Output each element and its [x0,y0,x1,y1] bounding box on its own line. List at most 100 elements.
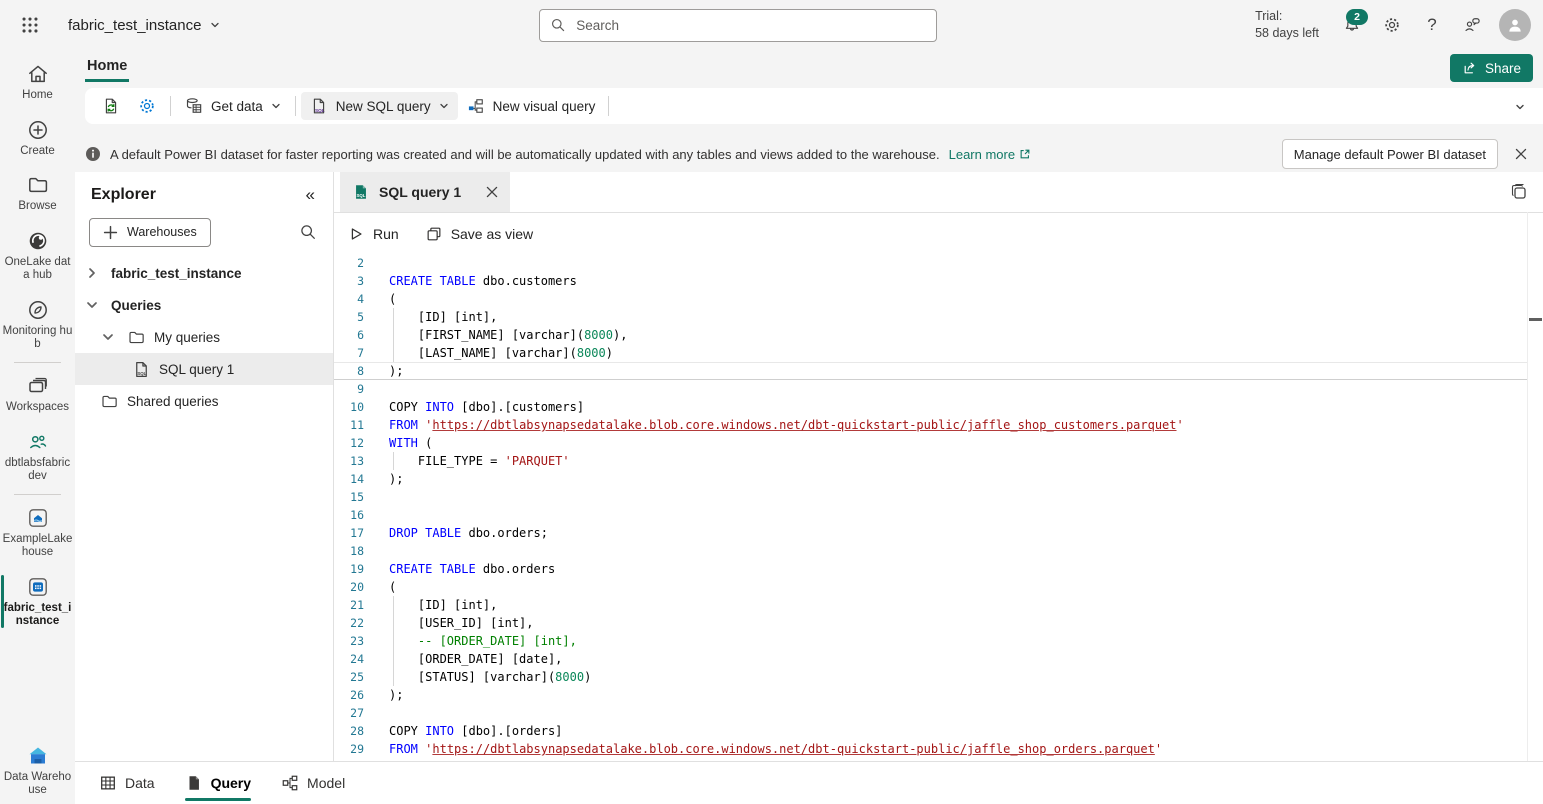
rail-item-create[interactable]: Create [0,110,75,166]
lakehouse-tile-icon [26,506,50,530]
share-button[interactable]: Share [1450,54,1533,82]
tree-item-shared-queries[interactable]: Shared queries [75,385,333,417]
code-line-26: 26); [334,686,1528,704]
tab-home[interactable]: Home [85,54,129,82]
code-line-4: 4( [334,290,1528,308]
tree-item-sql-query-1[interactable]: SQL SQL query 1 [75,353,333,385]
rail-item-fabric-test-instance[interactable]: fabric_test_instance [0,567,75,636]
explorer-actions: Warehouses [75,215,333,247]
explorer-search-button[interactable] [293,217,323,247]
new-visual-query-label: New visual query [493,99,596,114]
line-number: 4 [334,290,364,308]
copy-pages-icon[interactable] [1509,182,1529,202]
home-icon [26,62,50,86]
tree-item-label: SQL query 1 [159,362,234,377]
line-number: 15 [334,488,364,506]
rail-item-monitoring-hub[interactable]: Monitoring hub [0,290,75,359]
tab-data[interactable]: Data [99,762,155,804]
rail-item-workspaces[interactable]: Workspaces [0,366,75,422]
line-number: 28 [334,722,364,740]
get-data-button[interactable]: Get data [176,92,290,120]
run-button[interactable]: Run [347,225,399,243]
share-label: Share [1485,61,1521,76]
tree-item-label: Shared queries [127,394,219,409]
code-line-17: 17DROP TABLE dbo.orders; [334,524,1528,542]
top-center [221,9,1255,42]
explorer-panel: Explorer « Warehouses fabric_test_instan… [75,172,334,762]
tree-item-my-queries[interactable]: My queries [75,321,333,353]
question-mark-icon: ? [1427,15,1436,35]
help-button[interactable]: ? [1415,8,1449,42]
rail-item-home[interactable]: Home [0,54,75,110]
new-sql-query-button[interactable]: SQL New SQL query [301,92,458,120]
new-visual-query-button[interactable]: New visual query [458,92,604,120]
banner-close-button[interactable] [1507,140,1535,168]
line-number: 7 [334,344,364,362]
line-number: 13 [334,452,364,470]
app-launcher-button[interactable] [6,1,54,49]
code-lines[interactable]: 23CREATE TABLE dbo.customers4(5 [ID] [in… [334,254,1528,758]
chevron-down-icon[interactable] [100,329,116,345]
rail-item-examplelakehouse[interactable]: ExampleLakehouse [0,498,75,567]
main-content: Explorer « Warehouses fabric_test_instan… [75,172,1543,762]
tree-item-label: fabric_test_instance [111,266,242,281]
code-line-8: 8); [334,362,1528,380]
tab-query-label: Query [211,775,251,791]
tree-item-fabric-test-instance[interactable]: fabric_test_instance [75,257,333,289]
workspace-switcher[interactable]: fabric_test_instance [68,17,221,34]
rail-item-label: dbtlabsfabricdev [3,457,73,484]
manage-dataset-button[interactable]: Manage default Power BI dataset [1282,139,1498,169]
top-bar: fabric_test_instance Trial: 58 days left… [0,0,1543,50]
database-table-icon [184,96,204,116]
add-warehouses-button[interactable]: Warehouses [89,218,211,247]
tab-query[interactable]: Query [185,762,251,804]
settings-button[interactable] [1375,8,1409,42]
folder-icon [26,173,50,197]
sql-doc-outline-icon: SQL [132,360,151,379]
compass-icon [26,298,50,322]
tab-model[interactable]: Model [281,762,345,804]
line-number: 17 [334,524,364,542]
notifications-button[interactable]: 2 [1335,8,1369,42]
code-line-9: 9 [334,380,1528,398]
notification-badge: 2 [1346,9,1368,25]
code-line-29: 29FROM 'https://dbtlabsynapsedatalake.bl… [334,740,1528,758]
rail-item-label: Monitoring hub [3,325,73,352]
fabric-app-window: fabric_test_instance Trial: 58 days left… [0,0,1543,804]
line-number: 5 [334,308,364,326]
tab-label: SQL query 1 [379,184,461,200]
rail-item-dbtlabsfabricdev[interactable]: dbtlabsfabricdev [0,422,75,491]
learn-more-link[interactable]: Learn more [949,147,1031,162]
rail-item-label: OneLake data hub [3,256,73,283]
code-line-6: 6 [FIRST_NAME] [varchar](8000), [334,326,1528,344]
rail-item-data-warehouse[interactable]: Data Warehouse [0,736,75,804]
rail-item-browse[interactable]: Browse [0,165,75,221]
feedback-button[interactable] [1455,8,1489,42]
tree-item-queries[interactable]: Queries [75,289,333,321]
collapse-ribbon-button[interactable] [1509,96,1531,118]
code-line-28: 28COPY INTO [dbo].[orders] [334,722,1528,740]
code-line-27: 27 [334,704,1528,722]
line-number: 14 [334,470,364,488]
tab-data-label: Data [125,775,155,791]
line-number: 8 [334,362,364,380]
chevron-right-icon[interactable] [84,265,100,281]
close-tab-icon[interactable] [484,184,500,200]
toolbar-divider [295,96,296,116]
search-input[interactable] [574,17,926,34]
chevron-down-icon [1514,101,1526,113]
chevron-down-icon[interactable] [84,297,100,313]
collapse-explorer-button[interactable]: « [300,185,321,205]
workspace-name: fabric_test_instance [68,17,201,34]
dw-house-icon [26,744,50,768]
refresh-button[interactable] [93,92,129,120]
query-settings-button[interactable] [129,92,165,120]
account-avatar[interactable] [1499,9,1531,41]
tab-sql-query-1[interactable]: SQL SQL query 1 [340,172,510,212]
search-box[interactable] [539,9,937,42]
rail-item-onelake-data-hub[interactable]: OneLake data hub [0,221,75,290]
save-as-view-icon [425,225,443,243]
rail-divider [14,362,61,363]
save-as-view-button[interactable]: Save as view [425,225,533,243]
line-number: 25 [334,668,364,686]
